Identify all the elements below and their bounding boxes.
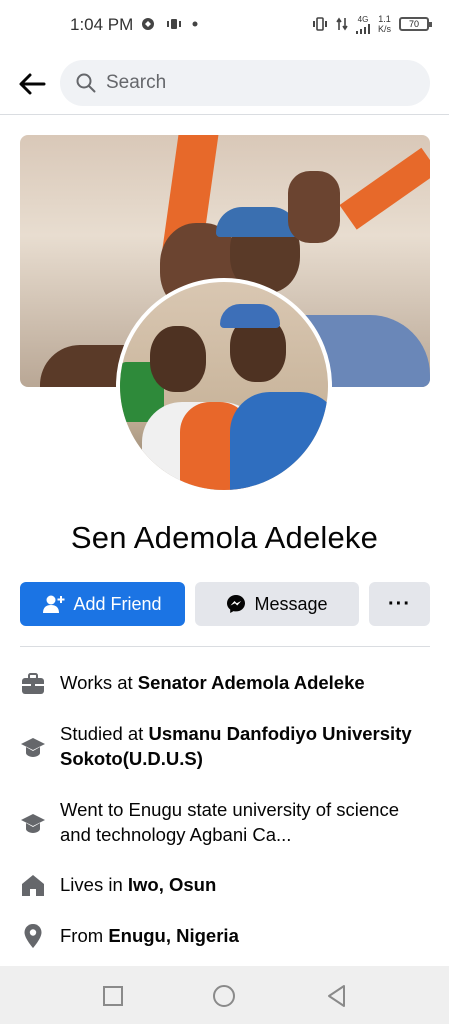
network-speed-unit: K/s — [377, 24, 391, 34]
profile-picture[interactable] — [116, 278, 332, 494]
profile-name: Sen Ademola Adeleke — [70, 520, 379, 555]
graduation-cap-icon — [21, 814, 45, 833]
system-nav-bar — [0, 966, 449, 1024]
more-options-button[interactable]: ··· — [369, 582, 430, 626]
battery-icon: 70 — [399, 17, 432, 31]
messenger-icon — [227, 595, 246, 613]
search-input[interactable]: Search — [60, 60, 430, 106]
back-button[interactable] — [12, 64, 52, 104]
vibrate-mode-icon — [312, 17, 327, 31]
home-button-icon[interactable] — [211, 983, 237, 1009]
info-from-value[interactable]: Enugu, Nigeria — [108, 925, 239, 946]
add-friend-button[interactable]: Add Friend — [20, 582, 185, 626]
status-time: 1:04 PM — [70, 15, 134, 34]
status-icons-right: 4G 1.1 K/s 70 — [312, 14, 432, 34]
top-bar: Search — [0, 58, 449, 110]
info-lives-prefix: Lives in — [60, 874, 128, 895]
home-icon — [22, 875, 44, 896]
vibrate-icon — [167, 19, 181, 29]
recent-apps-icon[interactable] — [100, 983, 126, 1009]
dot-icon — [192, 21, 198, 27]
arrow-left-icon — [19, 73, 46, 95]
briefcase-icon — [22, 673, 44, 694]
search-placeholder: Search — [106, 72, 167, 93]
info-from-text: From Enugu, Nigeria — [60, 923, 430, 948]
info-work-value[interactable]: Senator Ademola Adeleke — [138, 672, 365, 693]
message-label: Message — [254, 593, 328, 614]
section-divider — [20, 646, 430, 647]
battery-level: 70 — [408, 19, 419, 29]
info-lives-text: Lives in Iwo, Osun — [60, 872, 430, 897]
info-study-2-text[interactable]: Went to Enugu state university of scienc… — [60, 797, 430, 847]
profile-actions: Add Friend Message ··· — [20, 582, 430, 626]
network-type: 4G — [357, 14, 369, 24]
app-notification-icon — [142, 18, 154, 30]
info-work-text: Works at Senator Ademola Adeleke — [60, 670, 430, 695]
add-friend-label: Add Friend — [73, 593, 162, 614]
search-icon — [76, 73, 96, 93]
signal-icon — [355, 23, 370, 34]
add-friend-icon — [43, 595, 65, 613]
header-divider — [0, 114, 449, 115]
back-nav-icon[interactable] — [324, 983, 350, 1009]
info-work-prefix: Works at — [60, 672, 138, 693]
info-study-1-prefix: Studied at — [60, 723, 149, 744]
message-button[interactable]: Message — [195, 582, 359, 626]
data-transfer-icon — [336, 17, 348, 31]
network-speed: 1.1 — [378, 14, 391, 24]
status-icons-left — [140, 16, 198, 32]
graduation-cap-icon — [21, 738, 45, 757]
location-pin-icon — [24, 924, 42, 948]
info-from-prefix: From — [60, 925, 109, 946]
info-study-1-text: Studied at Usmanu Danfodiyo University S… — [60, 721, 430, 771]
status-bar: 1:04 PM 4G 1.1 K/s 70 — [0, 0, 449, 50]
more-options-icon: ··· — [388, 592, 411, 615]
info-lives-value[interactable]: Iwo, Osun — [128, 874, 216, 895]
